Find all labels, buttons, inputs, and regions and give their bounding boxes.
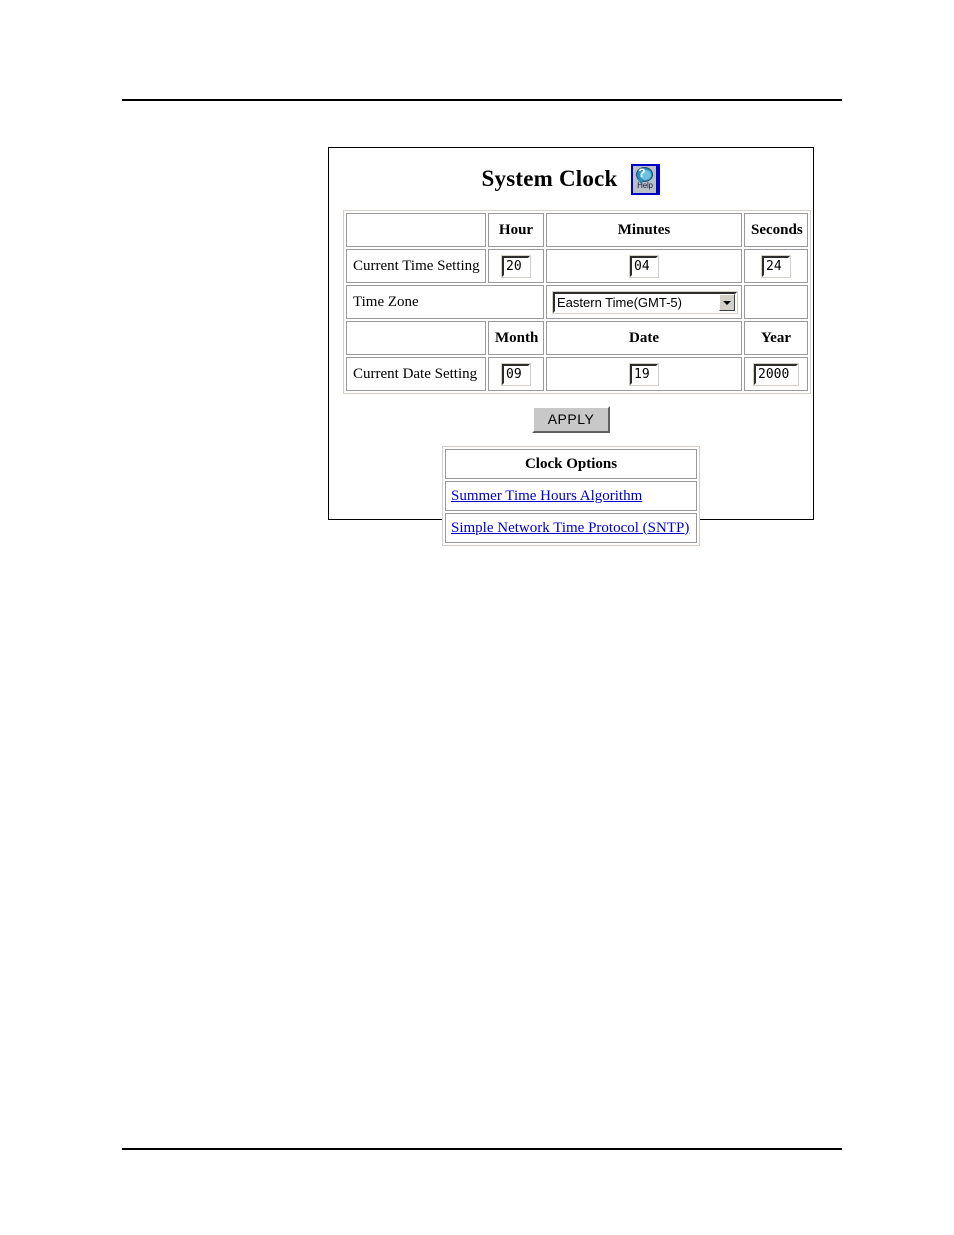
system-clock-panel: System Clock ? Help Hour Minutes Seconds… [328,147,814,546]
cell-time-zone-select: Eastern Time(GMT-5) [546,285,742,319]
page-title: System Clock [481,166,618,191]
column-header-minutes: Minutes [546,213,742,247]
date-input[interactable] [629,362,659,386]
page-rule-top [122,99,842,101]
panel-header: System Clock ? Help [329,148,813,210]
date-header-spacer [346,321,486,355]
table-row-clock-options-header: Clock Options [445,449,697,479]
table-row-summer-time: Summer Time Hours Algorithm [445,481,697,511]
help-icon-label: Help [637,180,653,190]
cell-hour [488,249,544,283]
cell-seconds [744,249,808,283]
table-row-time-zone: Time Zone Eastern Time(GMT-5) [346,285,808,319]
column-header-month: Month [488,321,544,355]
label-current-date-setting: Current Date Setting [346,357,486,391]
cell-date [546,357,742,391]
apply-button[interactable]: APPLY [531,406,611,433]
table-row-time-headers: Hour Minutes Seconds [346,213,808,247]
clock-settings-table: Hour Minutes Seconds Current Time Settin… [343,210,811,394]
cell-time-zone-spacer [744,285,808,319]
question-mark-icon: ? [638,165,646,180]
cell-summer-time-link: Summer Time Hours Algorithm [445,481,697,511]
link-simple-network-time-protocol[interactable]: Simple Network Time Protocol (SNTP) [451,520,689,536]
clock-options-header: Clock Options [445,449,697,479]
help-icon-face: ? Help [633,165,657,193]
apply-button-row: APPLY [329,406,813,433]
column-header-date: Date [546,321,742,355]
cell-sntp-link: Simple Network Time Protocol (SNTP) [445,513,697,543]
settings-table-wrapper: Hour Minutes Seconds Current Time Settin… [343,210,811,394]
table-row-current-time: Current Time Setting [346,249,808,283]
table-row-sntp: Simple Network Time Protocol (SNTP) [445,513,697,543]
column-header-seconds: Seconds [744,213,808,247]
label-time-zone: Time Zone [346,285,544,319]
chevron-down-icon[interactable] [719,293,735,311]
time-zone-selected-value: Eastern Time(GMT-5) [557,294,682,310]
month-input[interactable] [501,362,531,386]
label-current-time-setting: Current Time Setting [346,249,486,283]
cell-month [488,357,544,391]
seconds-input[interactable] [761,254,791,278]
time-zone-select[interactable]: Eastern Time(GMT-5) [552,290,738,314]
hour-input[interactable] [501,254,531,278]
clock-options-table: Clock Options Summer Time Hours Algorith… [442,446,700,546]
cell-year [744,357,808,391]
help-icon[interactable]: ? Help [631,163,661,195]
table-row-date-headers: Month Date Year [346,321,808,355]
table-row-current-date: Current Date Setting [346,357,808,391]
clock-options-wrapper: Clock Options Summer Time Hours Algorith… [442,446,700,546]
time-header-spacer [346,213,486,247]
year-input[interactable] [753,362,799,386]
link-summer-time-hours-algorithm[interactable]: Summer Time Hours Algorithm [451,488,642,504]
cell-minutes [546,249,742,283]
minutes-input[interactable] [629,254,659,278]
page-rule-bottom [122,1148,842,1150]
column-header-hour: Hour [488,213,544,247]
column-header-year: Year [744,321,808,355]
